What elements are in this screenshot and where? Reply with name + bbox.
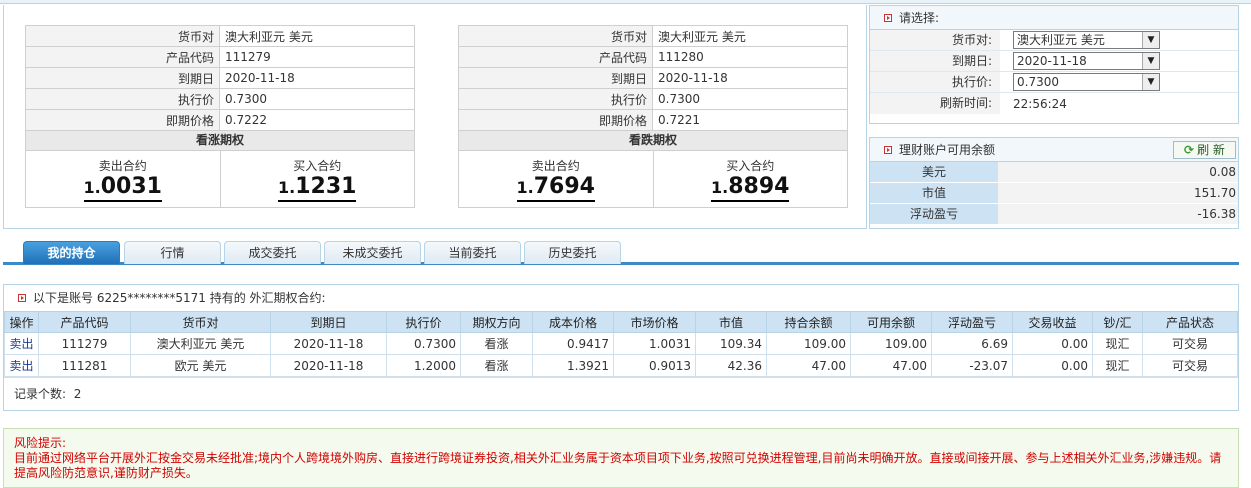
tab-bar: 我的持仓 行情 成交委托 未成交委托 当前委托 历史委托 [3, 241, 1239, 265]
holdings-heading: 以下是账号 6225********5171 持有的 外汇期权合约: [4, 285, 1238, 311]
strike-select-label: 执行价: [870, 72, 1000, 92]
record-count: 记录个数: 2 [4, 377, 1238, 410]
selection-header: 请选择: [870, 6, 1238, 30]
risk-notice: 风险提示: 目前通过网络平台开展外汇按金交易未经批准;境内个人跨境境外购房、直接… [3, 428, 1239, 488]
call-type-label: 看涨期权 [25, 131, 415, 151]
holdings-header-row: 操作 产品代码 货币对 到期日 执行价 期权方向 成本价格 市场价格 市值 持合… [4, 311, 1238, 333]
tab-my-positions[interactable]: 我的持仓 [23, 241, 120, 264]
tab-current-orders[interactable]: 当前委托 [424, 241, 521, 264]
call-row-strike: 执行价 0.7300 [25, 88, 415, 110]
top-strip [0, 0, 1251, 4]
call-buy-contract[interactable]: 买入合约 1.1231 [219, 151, 415, 207]
put-sell-label: 卖出合约 [531, 159, 580, 173]
tab-filled-orders[interactable]: 成交委托 [224, 241, 321, 264]
put-option-panel: 货币对 澳大利亚元 美元 产品代码 111280 到期日 2020-11-18 执行价… [458, 25, 848, 208]
quote-area: 货币对 澳大利亚元 美元 产品代码 111279 到期日 2020-11-18 执行价… [3, 5, 867, 229]
call-prices: 卖出合约 1.0031 买入合约 1.1231 [25, 151, 415, 208]
expiry-select[interactable]: 2020-11-18 ▼ [1013, 52, 1160, 70]
refresh-time-label: 刷新时间: [870, 93, 1000, 114]
call-row-code: 产品代码 111279 [25, 46, 415, 68]
call-option-panel: 货币对 澳大利亚元 美元 产品代码 111279 到期日 2020-11-18 执行价… [25, 25, 415, 208]
refresh-icon: ⟳ [1184, 143, 1195, 157]
balance-panel: 理财账户可用余额 ⟳ 刷 新 美元 0.08 市值 151.70 浮动盈亏 -16… [869, 137, 1239, 229]
put-row-spot: 即期价格 0.7221 [458, 109, 848, 131]
put-sell-contract[interactable]: 卖出合约 1.7694 [459, 151, 653, 207]
strike-select[interactable]: 0.7300 ▼ [1013, 73, 1160, 91]
put-info-table: 货币对 澳大利亚元 美元 产品代码 111280 到期日 2020-11-18 执行价… [458, 25, 848, 131]
bullet-arrow-icon [884, 146, 892, 154]
pair-select-label: 货币对: [870, 30, 1000, 50]
call-row-expiry: 到期日 2020-11-18 [25, 67, 415, 89]
call-sell-label: 卖出合约 [98, 159, 147, 173]
selection-title: 请选择: [899, 11, 940, 25]
bullet-arrow-icon [884, 14, 892, 22]
holdings-panel: 以下是账号 6225********5171 持有的 外汇期权合约: 操作 产品… [3, 284, 1239, 411]
call-buy-label: 买入合约 [293, 159, 342, 173]
tab-market[interactable]: 行情 [124, 241, 221, 264]
strike-select-row: 执行价: 0.7300 ▼ [870, 72, 1238, 93]
call-row-spot: 即期价格 0.7222 [25, 109, 415, 131]
put-prices: 卖出合约 1.7694 买入合约 1.8894 [458, 151, 848, 208]
risk-title: 风险提示: [14, 436, 67, 450]
table-row: 卖出 111279 澳大利亚元 美元 2020-11-18 0.7300 看涨 … [4, 332, 1238, 355]
put-row-code: 产品代码 111280 [458, 46, 848, 68]
put-buy-contract[interactable]: 买入合约 1.8894 [652, 151, 848, 207]
sell-link[interactable]: 卖出 [9, 359, 33, 373]
tab-history-orders[interactable]: 历史委托 [524, 241, 621, 264]
selection-panel: 请选择: 货币对: 澳大利亚元 美元 ▼ 到期日: 2020-11-18 ▼ 执行价… [869, 5, 1239, 124]
put-row-pair: 货币对 澳大利亚元 美元 [458, 25, 848, 47]
balance-row-market-value: 市值 151.70 [870, 183, 1238, 204]
refresh-time-row: 刷新时间: 22:56:24 [870, 93, 1238, 114]
tab-open-orders[interactable]: 未成交委托 [324, 241, 421, 264]
put-row-strike: 执行价 0.7300 [458, 88, 848, 110]
refresh-button[interactable]: ⟳ 刷 新 [1173, 141, 1236, 159]
call-info-table: 货币对 澳大利亚元 美元 产品代码 111279 到期日 2020-11-18 执行价… [25, 25, 415, 131]
chevron-down-icon[interactable]: ▼ [1142, 32, 1159, 48]
call-sell-price[interactable]: 1.0031 [83, 176, 162, 202]
balance-header: 理财账户可用余额 ⟳ 刷 新 [870, 138, 1238, 162]
put-sell-price[interactable]: 1.7694 [516, 176, 595, 202]
sell-link[interactable]: 卖出 [9, 337, 33, 351]
holdings-table: 操作 产品代码 货币对 到期日 执行价 期权方向 成本价格 市场价格 市值 持合… [4, 311, 1238, 377]
bullet-arrow-icon [18, 294, 26, 302]
chevron-down-icon[interactable]: ▼ [1142, 74, 1159, 90]
balance-title: 理财账户可用余额 [899, 143, 996, 157]
call-row-pair: 货币对 澳大利亚元 美元 [25, 25, 415, 47]
chevron-down-icon[interactable]: ▼ [1142, 53, 1159, 69]
put-type-label: 看跌期权 [458, 131, 848, 151]
put-buy-label: 买入合约 [726, 159, 775, 173]
balance-row-usd: 美元 0.08 [870, 162, 1238, 183]
put-row-expiry: 到期日 2020-11-18 [458, 67, 848, 89]
pair-select-row: 货币对: 澳大利亚元 美元 ▼ [870, 30, 1238, 51]
call-sell-contract[interactable]: 卖出合约 1.0031 [26, 151, 220, 207]
pair-select[interactable]: 澳大利亚元 美元 ▼ [1013, 31, 1160, 49]
put-buy-price[interactable]: 1.8894 [711, 176, 790, 202]
call-buy-price[interactable]: 1.1231 [278, 176, 357, 202]
expiry-select-label: 到期日: [870, 51, 1000, 71]
table-row: 卖出 111281 欧元 美元 2020-11-18 1.2000 看涨 1.3… [4, 354, 1238, 377]
balance-row-floating-pnl: 浮动盈亏 -16.38 [870, 204, 1238, 225]
expiry-select-row: 到期日: 2020-11-18 ▼ [870, 51, 1238, 72]
refresh-time-value: 22:56:24 [1013, 96, 1067, 111]
